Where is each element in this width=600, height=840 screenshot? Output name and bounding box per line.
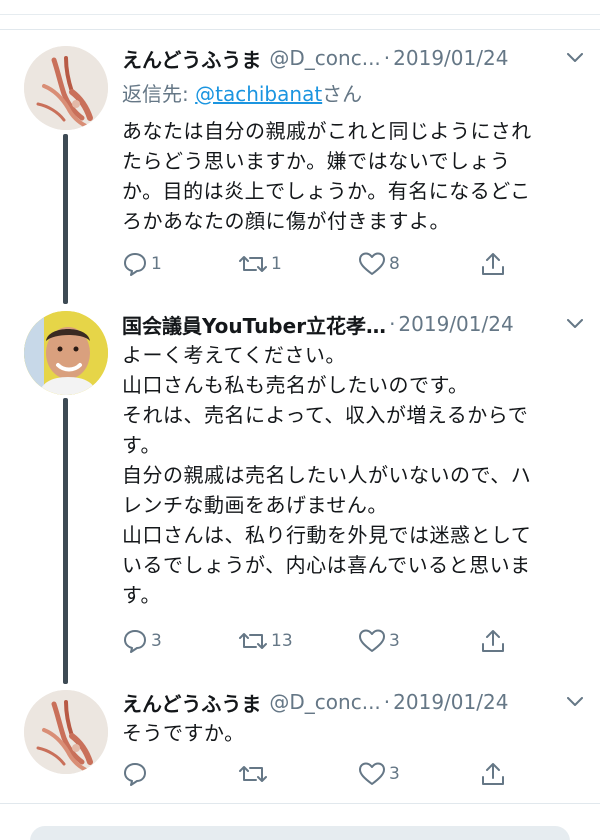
display-name[interactable]: 国会議員YouTuber立花孝…: [122, 310, 386, 339]
tweet-date[interactable]: 2019/01/24: [398, 312, 513, 336]
speech-bubble-icon: [124, 630, 146, 653]
tweet-text-line: それは、売名によって、収入が増えるからで: [122, 403, 529, 427]
separator-dot: ·: [383, 690, 391, 714]
share-button[interactable]: [480, 758, 506, 790]
reply-to-line: 返信先: @tachibanatさん: [122, 78, 362, 107]
thread-line: [63, 398, 68, 684]
retweet-button[interactable]: 13: [238, 625, 293, 657]
bottom-separator: [0, 803, 600, 804]
tweet-text-line: 山口さんも私も売名がしたいのです。: [122, 373, 469, 397]
tweet-text-line: ろかあなたの顔に傷が付きますよ。: [122, 209, 450, 233]
speech-bubble-icon: [124, 253, 146, 276]
tweet-header: えんどうふうま @D_conc... · 2019/01/24: [122, 41, 586, 75]
tweet-actions: 1 1 8: [118, 248, 518, 280]
avatar[interactable]: [24, 46, 108, 130]
chevron-down-icon[interactable]: [564, 313, 586, 335]
tweet-text: あなたは自分の親戚がこれと同じようにされ たらどう思いますか。嫌ではないでしょう…: [122, 116, 582, 236]
reply-count: 1: [151, 254, 162, 274]
like-count: 3: [389, 631, 400, 651]
tweet-date[interactable]: 2019/01/24: [393, 46, 508, 70]
retweet-count: 13: [271, 631, 293, 651]
separator-dot: ·: [389, 312, 396, 336]
retweet-button[interactable]: 1: [238, 248, 282, 280]
like-button[interactable]: 3: [358, 758, 400, 790]
tweet-text-line: たらどう思いますか。嫌ではないでしょう: [122, 149, 511, 173]
thread-line: [63, 134, 68, 304]
crab-claw-avatar-icon: [24, 46, 108, 130]
tweet-text-line: そうですか。: [122, 721, 245, 745]
profile-photo-icon: [24, 311, 108, 395]
share-button[interactable]: [480, 625, 506, 657]
tweet-text-line: 山口さんは、私り行動を外見では迷惑として: [122, 523, 532, 547]
retweet-arrows-icon: [239, 766, 267, 782]
tweet-actions: 3: [118, 758, 518, 790]
share-button[interactable]: [480, 248, 506, 280]
reply-button[interactable]: 1: [122, 248, 162, 280]
top-separator: [0, 0, 600, 30]
separator-dot: ·: [383, 46, 391, 70]
heart-outline-icon: [359, 252, 385, 275]
heart-outline-icon: [359, 629, 385, 652]
reply-to-suffix: さん: [322, 82, 363, 106]
tweet-text-line: よーく考えてください。: [122, 343, 346, 367]
tweet-text-line: いるでしょうが、内心は喜んでいると思いま: [122, 553, 531, 577]
chevron-down-icon[interactable]: [564, 47, 586, 69]
tweet-date[interactable]: 2019/01/24: [393, 690, 508, 714]
retweet-count: 1: [271, 254, 282, 274]
reply-button[interactable]: [122, 758, 151, 790]
reply-button[interactable]: 3: [122, 625, 162, 657]
speech-bubble-icon: [124, 763, 146, 786]
like-count: 3: [389, 764, 400, 784]
heart-outline-icon: [359, 762, 385, 785]
display-name[interactable]: えんどうふうま: [122, 688, 261, 717]
like-button[interactable]: 8: [358, 248, 400, 280]
tweet-text-line: 自分の親戚は売名したい人がいないので、ハ: [122, 463, 532, 487]
share-upload-icon: [482, 253, 504, 275]
tweet-text-line: か。目的は炎上でしょうか。有名になるどこ: [122, 179, 531, 203]
tweet-text-line: レンチな動画をあげません。: [122, 493, 388, 517]
like-button[interactable]: 3: [358, 625, 400, 657]
retweet-arrows-icon: [239, 256, 267, 272]
tweet-text: よーく考えてください。 山口さんも私も売名がしたいのです。 それは、売名によって…: [122, 340, 582, 610]
retweet-arrows-icon: [239, 633, 267, 649]
share-upload-icon: [482, 763, 504, 785]
user-handle[interactable]: @D_conc...: [269, 690, 380, 714]
reply-count: 3: [151, 631, 162, 651]
crab-claw-avatar-icon: [24, 690, 108, 774]
tweet-actions: 3 13 3: [118, 625, 518, 657]
reply-compose-bar[interactable]: [30, 826, 570, 840]
display-name[interactable]: えんどうふうま: [122, 44, 261, 73]
tweet-text-line: あなたは自分の親戚がこれと同じようにされ: [122, 119, 532, 143]
reply-to-label: 返信先:: [122, 82, 196, 106]
tweet-text: そうですか。: [122, 718, 582, 748]
avatar[interactable]: [24, 690, 108, 774]
reply-mention-link[interactable]: @tachibanat: [195, 82, 322, 106]
tweet-text-line: す。: [122, 583, 161, 607]
user-handle[interactable]: @D_conc...: [269, 46, 380, 70]
tweet-header: 国会議員YouTuber立花孝… · 2019/01/24: [122, 307, 586, 341]
like-count: 8: [389, 254, 400, 274]
retweet-button[interactable]: [238, 758, 271, 790]
chevron-down-icon[interactable]: [564, 691, 586, 713]
share-upload-icon: [482, 630, 504, 652]
tweet-text-line: す。: [122, 433, 161, 457]
avatar[interactable]: [24, 311, 108, 395]
tweet-header: えんどうふうま @D_conc... · 2019/01/24: [122, 685, 586, 719]
